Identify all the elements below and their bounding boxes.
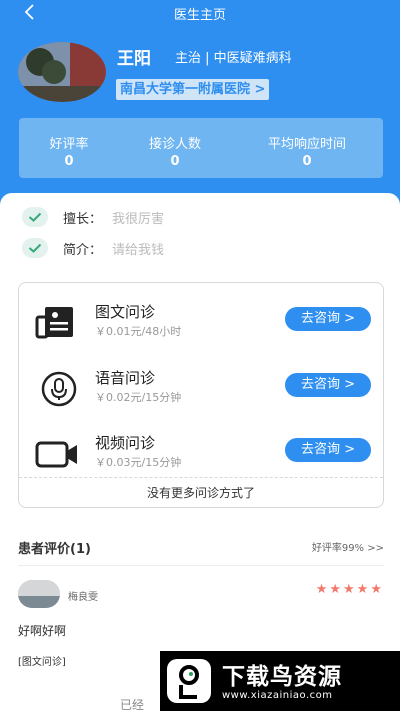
stat-patients: 接诊人数 0 (119, 118, 231, 178)
image-text-icon (33, 303, 81, 343)
intro-label: 简介： (63, 242, 103, 258)
watermark-banner: 下载鸟资源 www.xiazainiao.com (160, 651, 400, 711)
good-rate-link[interactable]: 好评率99% >> (312, 539, 384, 554)
stat-response-time: 平均响应时间 0 (243, 118, 371, 178)
consult-price: ￥0.02元/15分钟 (95, 391, 182, 404)
consult-options-card: 图文问诊 ￥0.01元/48小时 去咨询 > 语音问诊 ￥0.02元/15分钟 … (18, 282, 384, 508)
reviewer-avatar (18, 580, 60, 608)
reviewer-name: 梅良雯 (68, 592, 98, 603)
consult-price: ￥0.03元/15分钟 (95, 456, 182, 469)
review-text: 好啊好啊 (18, 624, 67, 638)
stat-label: 接诊人数 (148, 137, 201, 152)
reviews-footer: 已经 (120, 698, 145, 711)
consult-item-image-text: 图文问诊 ￥0.01元/48小时 去咨询 > (19, 297, 383, 353)
doctor-header: 医生主页 王阳 主治 | 中医疑难病科 南昌大学第一附属医院 > 好评率 0 接… (0, 0, 400, 205)
reviews-heading: 患者评价(1) (18, 542, 91, 557)
consult-name: 视频问诊 (95, 434, 156, 452)
consult-item-voice: 语音问诊 ￥0.02元/15分钟 去咨询 > (19, 363, 383, 419)
top-bar: 医生主页 (0, 0, 400, 24)
stats-card: 好评率 0 接诊人数 0 平均响应时间 0 (19, 118, 383, 178)
stat-good-rate: 好评率 0 (19, 118, 119, 178)
doctor-avatar (18, 42, 106, 102)
stat-label: 好评率 (49, 137, 89, 152)
consult-name: 图文问诊 (95, 303, 156, 321)
stat-value: 0 (170, 154, 180, 169)
consult-name: 语音问诊 (95, 369, 156, 387)
page-title: 医生主页 (173, 8, 226, 23)
bird-logo-icon (165, 657, 213, 705)
check-icon (22, 207, 48, 227)
check-icon (22, 238, 48, 258)
specialty-label: 擅长： (63, 211, 103, 227)
banner-title: 下载鸟资源 (222, 664, 342, 690)
consult-price: ￥0.01元/48小时 (95, 325, 182, 338)
microphone-icon (33, 369, 81, 409)
review-tag: [图文问诊] (18, 657, 66, 668)
hospital-link[interactable]: 南昌大学第一附属医院 > (116, 79, 270, 100)
intro-row: 简介： 请给我钱 (22, 236, 164, 260)
video-camera-icon (33, 434, 81, 474)
consult-button-voice[interactable]: 去咨询 > (285, 373, 371, 397)
doctor-title: 主治 | 中医疑难病科 (175, 51, 292, 66)
specialty-row: 擅长： 我很厉害 (22, 205, 164, 229)
stat-value: 0 (64, 154, 74, 169)
stat-label: 平均响应时间 (267, 137, 346, 152)
consult-button-image-text[interactable]: 去咨询 > (285, 307, 371, 331)
banner-url: www.xiazainiao.com (222, 690, 333, 701)
no-more-text: 没有更多问诊方式了 (19, 477, 383, 507)
specialty-value: 我很厉害 (112, 211, 165, 227)
consult-button-video[interactable]: 去咨询 > (285, 438, 371, 462)
intro-value: 请给我钱 (112, 242, 165, 258)
divider (18, 565, 384, 566)
rating-stars: ★★★★★ (315, 582, 384, 597)
consult-item-video: 视频问诊 ￥0.03元/15分钟 去咨询 > (19, 428, 383, 484)
stat-value: 0 (302, 154, 312, 169)
doctor-name: 王阳 (117, 49, 151, 69)
